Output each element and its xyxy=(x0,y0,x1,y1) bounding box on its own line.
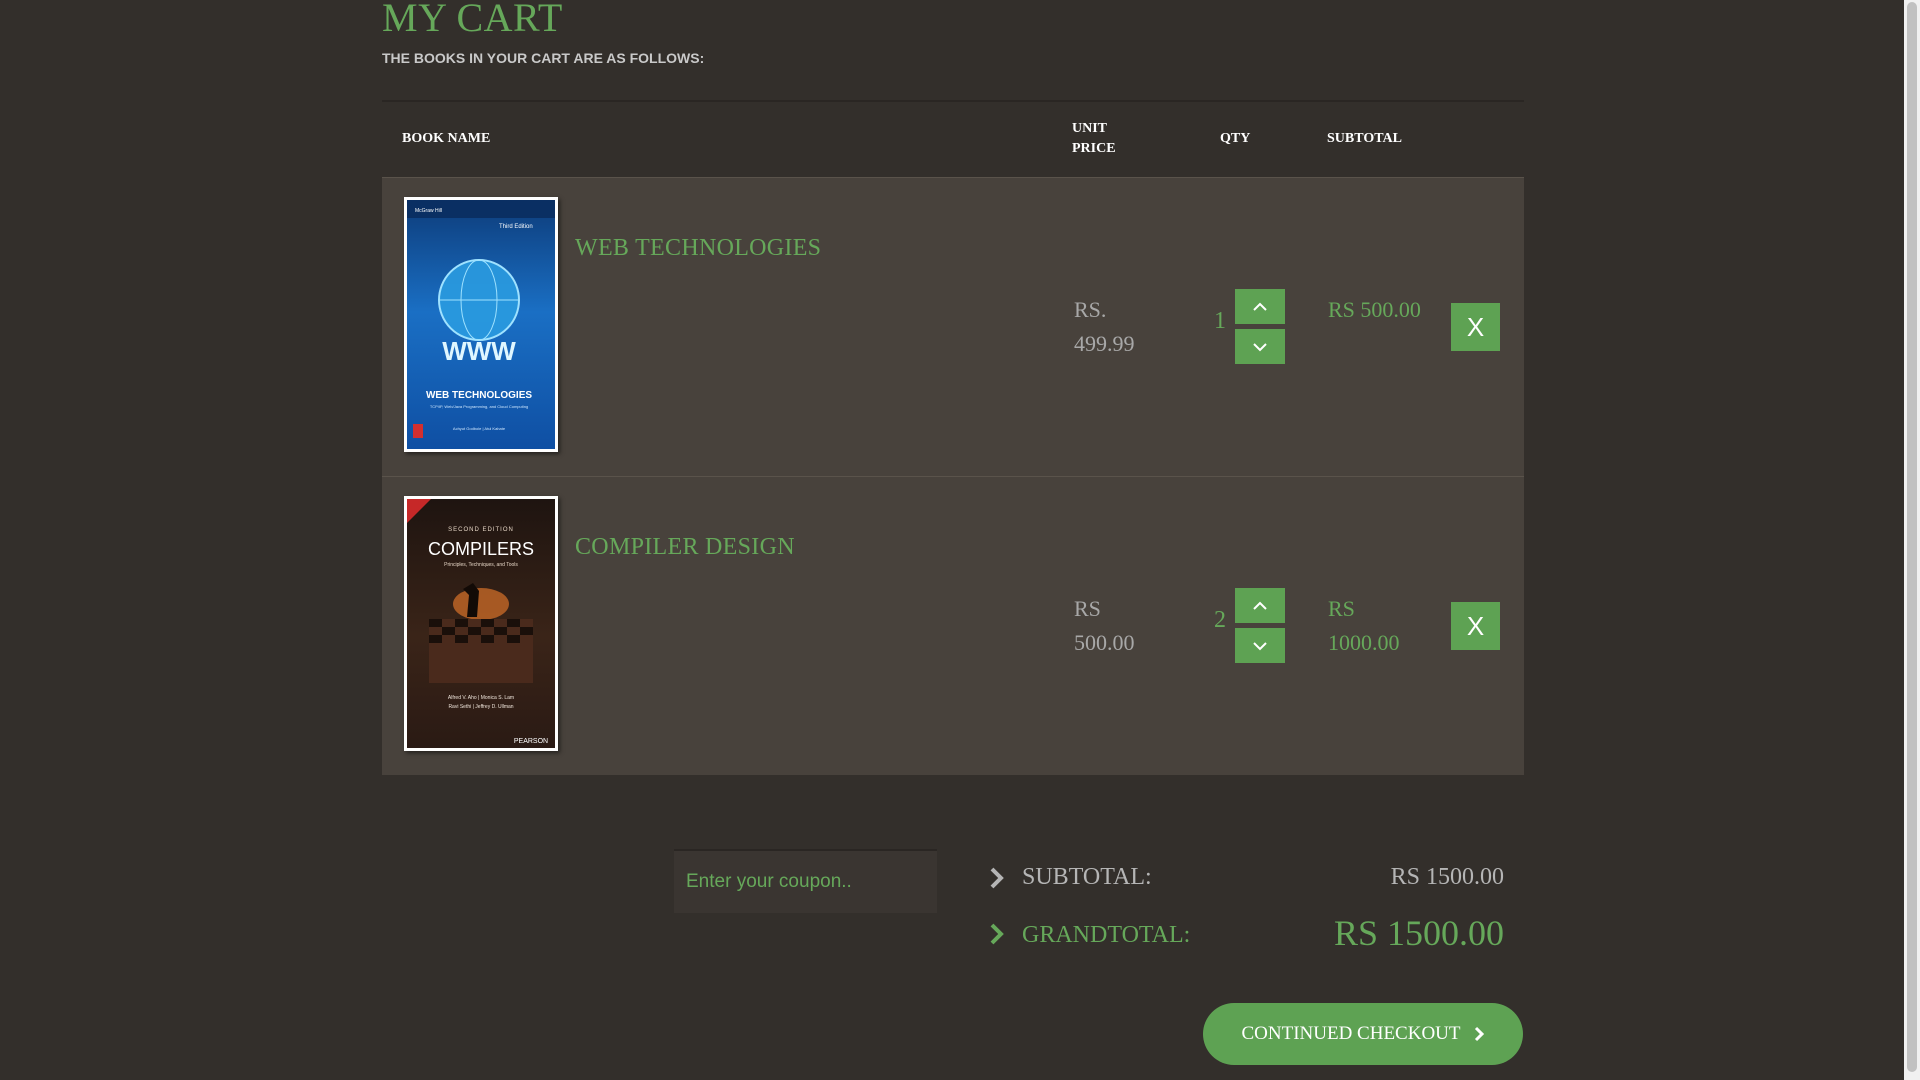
svg-text:Alfred V. Aho | Monica S. Lam: Alfred V. Aho | Monica S. Lam xyxy=(448,695,514,701)
remove-item-button[interactable]: X xyxy=(1451,303,1500,351)
row-subtotal: RS 500.00 xyxy=(1328,297,1421,322)
chevron-right-icon xyxy=(990,867,1004,889)
grandtotal-label: GRANDTOTAL: xyxy=(1022,922,1191,948)
svg-text:Third Edition: Third Edition xyxy=(499,224,533,230)
svg-text:McGraw Hill: McGraw Hill xyxy=(415,208,442,214)
unit-price: RS. 499.99 xyxy=(1074,297,1135,356)
svg-text:TCP/IP, Web/Java Programming,: TCP/IP, Web/Java Programming, and Cloud … xyxy=(430,404,528,409)
chevron-up-icon xyxy=(1253,601,1267,610)
table-row: SECOND EDITION COMPILERS Principles, Tec… xyxy=(382,476,1524,775)
column-header-unit-price: UNIT PRICE xyxy=(1072,121,1116,156)
book-cover-image[interactable]: McGraw Hill Third Edition WWW WEB TECHNO… xyxy=(404,197,558,452)
chevron-down-icon xyxy=(1253,342,1267,351)
chevron-down-icon xyxy=(1253,641,1267,650)
column-header-subtotal: SUBTOTAL xyxy=(1327,131,1402,146)
quantity-value: 2 xyxy=(1214,607,1226,633)
svg-text:WEB TECHNOLOGIES: WEB TECHNOLOGIES xyxy=(426,390,532,401)
column-header-book-name: BOOK NAME xyxy=(402,131,491,146)
compilers-cover-art: SECOND EDITION COMPILERS Principles, Tec… xyxy=(407,499,548,745)
chevron-right-icon xyxy=(990,923,1004,945)
web-tech-cover-art: McGraw Hill Third Edition WWW WEB TECHNO… xyxy=(407,200,555,438)
chevron-right-icon xyxy=(1474,1026,1484,1042)
svg-text:WWW: WWW xyxy=(442,336,516,366)
quantity-increase-button[interactable] xyxy=(1235,289,1285,324)
grandtotal-value: RS 1500.00 xyxy=(1333,913,1504,953)
svg-text:Ravi Sethi | Jeffrey D. Ullman: Ravi Sethi | Jeffrey D. Ullman xyxy=(448,704,513,710)
book-cover-image[interactable]: SECOND EDITION COMPILERS Principles, Tec… xyxy=(404,496,558,751)
svg-text:COMPILERS: COMPILERS xyxy=(428,539,534,559)
table-row: McGraw Hill Third Edition WWW WEB TECHNO… xyxy=(382,177,1524,476)
book-name[interactable]: COMPILER DESIGN xyxy=(575,534,795,561)
quantity-decrease-button[interactable] xyxy=(1235,628,1285,663)
page-scrollbar[interactable] xyxy=(1904,0,1920,1080)
svg-text:Principles, Techniques, and To: Principles, Techniques, and Tools xyxy=(444,562,518,568)
scrollbar-thumb[interactable] xyxy=(1907,2,1917,1072)
remove-item-button[interactable]: X xyxy=(1451,602,1500,650)
book-name[interactable]: WEB TECHNOLOGIES xyxy=(575,235,821,262)
svg-text:PEARSON: PEARSON xyxy=(514,738,548,745)
continue-checkout-button[interactable]: CONTINUED CHECKOUT xyxy=(1203,1003,1523,1065)
chevron-up-icon xyxy=(1253,302,1267,311)
svg-text:SECOND EDITION: SECOND EDITION xyxy=(448,527,514,533)
cart-table-header: BOOK NAME UNIT PRICE QTY SUBTOTAL xyxy=(382,102,1524,177)
row-subtotal: RS 1000.00 xyxy=(1328,596,1400,655)
svg-text:Achyut Godbole | Atul Kahate: Achyut Godbole | Atul Kahate xyxy=(453,426,506,431)
checkout-label: CONTINUED CHECKOUT xyxy=(1241,1023,1461,1044)
quantity-decrease-button[interactable] xyxy=(1235,329,1285,364)
subtotal-value: RS 1500.00 xyxy=(1390,864,1504,890)
column-header-qty: QTY xyxy=(1220,131,1251,146)
unit-price: RS 500.00 xyxy=(1074,596,1135,655)
quantity-value: 1 xyxy=(1214,308,1226,334)
page-title: MY CART xyxy=(382,0,563,40)
quantity-increase-button[interactable] xyxy=(1235,588,1285,623)
subtotal-label: SUBTOTAL: xyxy=(1022,864,1152,890)
coupon-input[interactable] xyxy=(674,849,937,913)
page-subtitle: THE BOOKS IN YOUR CART ARE AS FOLLOWS: xyxy=(382,50,705,66)
